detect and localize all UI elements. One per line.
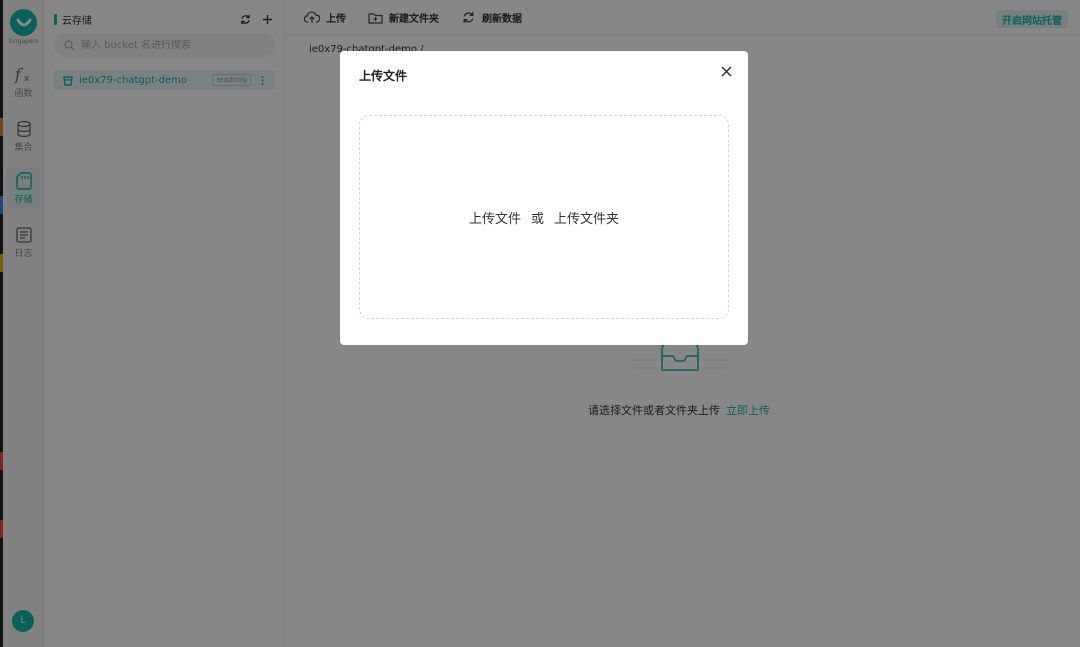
close-icon <box>720 65 732 77</box>
or-separator: 或 <box>530 211 544 227</box>
upload-dropzone[interactable]: 上传文件 或 上传文件夹 <box>359 115 729 319</box>
upload-modal: 上传文件 上传文件 或 上传文件夹 <box>340 51 748 345</box>
modal-title: 上传文件 <box>359 69 408 83</box>
close-button[interactable] <box>718 63 734 79</box>
upload-file-option[interactable]: 上传文件 <box>469 208 521 227</box>
upload-folder-option[interactable]: 上传文件夹 <box>554 208 619 227</box>
